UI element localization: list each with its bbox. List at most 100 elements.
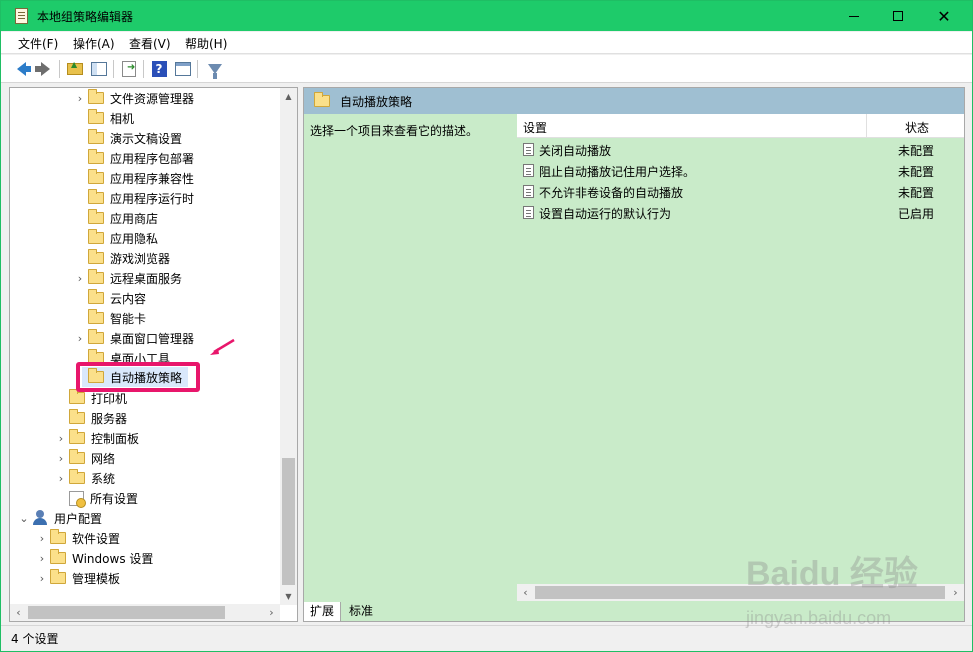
tree-node-label: 应用隐私 (110, 231, 159, 246)
tree-node[interactable]: 智能卡 (72, 308, 146, 328)
tree-node-label: 网络 (91, 451, 116, 466)
filter-button[interactable] (205, 59, 225, 79)
export-list-button[interactable] (119, 59, 139, 79)
tree-node[interactable]: › 文件资源管理器 (72, 88, 194, 108)
menu-view[interactable]: 查看(V) (129, 35, 171, 52)
chevron-down-icon[interactable]: ⌄ (16, 512, 32, 525)
scroll-right-icon[interactable]: › (947, 584, 964, 601)
chevron-right-icon[interactable]: › (34, 552, 50, 565)
chevron-right-icon[interactable]: › (72, 92, 88, 105)
scroll-down-icon[interactable]: ▼ (280, 588, 297, 605)
policy-state: 未配置 (898, 144, 935, 158)
column-header-state[interactable]: 状态 (905, 119, 929, 136)
console-tree-icon (91, 62, 107, 76)
policy-row[interactable]: 阻止自动播放记住用户选择。 未配置 (517, 160, 964, 180)
tree-node-label: 服务器 (91, 411, 128, 426)
folder-icon (88, 249, 104, 264)
maximize-button[interactable] (875, 1, 921, 31)
minimize-button[interactable] (831, 1, 877, 31)
scroll-left-icon[interactable]: ‹ (10, 604, 27, 621)
tree-node-label: 管理模板 (72, 571, 121, 586)
details-header: 自动播放策略 (304, 88, 964, 114)
tree-node[interactable]: › 控制面板 (53, 428, 139, 448)
forward-button[interactable] (34, 59, 55, 79)
tree-node-label: 系统 (91, 471, 116, 486)
chevron-right-icon[interactable]: › (34, 532, 50, 545)
policy-row[interactable]: 关闭自动播放 未配置 (517, 139, 964, 159)
folder-icon (88, 329, 104, 344)
folder-icon (88, 129, 104, 144)
export-icon (122, 61, 136, 77)
tree-node-label: 应用商店 (110, 211, 159, 226)
tree-node[interactable]: › 管理模板 (34, 568, 120, 588)
properties-button[interactable] (173, 59, 193, 79)
toolbar-separator (59, 60, 60, 78)
annotation-highlight-box (76, 362, 200, 392)
menu-help[interactable]: 帮助(H) (185, 35, 227, 52)
chevron-right-icon[interactable]: › (53, 432, 69, 445)
help-icon: ? (151, 61, 167, 77)
chevron-right-icon[interactable]: › (72, 332, 88, 345)
scroll-thumb[interactable] (282, 458, 295, 585)
tree-node[interactable]: › 软件设置 (34, 528, 120, 548)
settings-list: 设置 状态 关闭自动播放 未配置阻止自动播放记住用户选择。 未配置不允许非卷设备的自… (517, 114, 964, 594)
tab-extended[interactable]: 扩展 (303, 602, 341, 622)
tree-node-label: 相机 (110, 111, 135, 126)
tree-node[interactable]: 演示文稿设置 (72, 128, 182, 148)
policy-row[interactable]: 设置自动运行的默认行为 已启用 (517, 202, 964, 222)
tree-node[interactable]: 相机 (72, 108, 134, 128)
folder-icon (88, 189, 104, 204)
baidu-jingyan-watermark: Baidu 经验 jingyan.baidu.com (746, 546, 946, 636)
policy-setting-icon (523, 143, 534, 156)
chevron-right-icon[interactable]: › (53, 472, 69, 485)
menu-file[interactable]: 文件(F) (18, 35, 58, 52)
tree-node[interactable]: 应用隐私 (72, 228, 158, 248)
chevron-right-icon[interactable]: › (72, 272, 88, 285)
tree-node[interactable]: › Windows 设置 (34, 548, 153, 568)
tree-node[interactable]: 所有设置 (53, 488, 138, 508)
policy-name: 阻止自动播放记住用户选择。 (539, 165, 696, 179)
tree-node[interactable]: 游戏浏览器 (72, 248, 170, 268)
policy-row[interactable]: 不允许非卷设备的自动播放 未配置 (517, 181, 964, 201)
minimize-icon (849, 15, 859, 17)
tree-node[interactable]: 应用程序运行时 (72, 188, 194, 208)
tree-node[interactable]: 应用程序兼容性 (72, 168, 194, 188)
properties-icon (175, 62, 191, 76)
tree-node[interactable]: 服务器 (53, 408, 127, 428)
tree-node[interactable]: 云内容 (72, 288, 146, 308)
up-one-level-button[interactable] (65, 59, 85, 79)
close-button[interactable]: ✕ (921, 1, 967, 31)
help-button[interactable]: ? (149, 59, 169, 79)
tree-node[interactable]: › 网络 (53, 448, 115, 468)
folder-icon (88, 149, 104, 164)
tree-node[interactable]: › 远程桌面服务 (72, 268, 182, 288)
menu-action[interactable]: 操作(A) (73, 35, 115, 52)
chevron-right-icon[interactable]: › (53, 452, 69, 465)
tree-horizontal-scrollbar[interactable]: ‹ › (10, 604, 280, 621)
scroll-up-icon[interactable]: ▲ (280, 88, 297, 105)
scroll-thumb[interactable] (28, 606, 225, 619)
folder-icon (88, 269, 104, 284)
tree-node[interactable]: ⌄ 用户配置 (16, 508, 102, 528)
show-hide-tree-button[interactable] (89, 59, 109, 79)
policy-state: 未配置 (898, 165, 935, 179)
column-divider[interactable] (866, 114, 867, 138)
tree-node[interactable]: › 桌面窗口管理器 (72, 328, 194, 348)
chevron-right-icon[interactable]: › (34, 572, 50, 585)
folder-icon (88, 229, 104, 244)
scroll-right-icon[interactable]: › (263, 604, 280, 621)
folder-icon (69, 469, 85, 484)
tree-node[interactable]: 应用程序包部署 (72, 148, 194, 168)
column-header-setting[interactable]: 设置 (523, 119, 547, 136)
back-button[interactable] (11, 59, 31, 79)
tree-node[interactable]: › 系统 (53, 468, 115, 488)
tree-node[interactable]: 应用商店 (72, 208, 158, 228)
folder-icon (50, 549, 66, 564)
policy-state: 已启用 (898, 207, 935, 221)
maximize-icon (893, 11, 903, 21)
tab-standard[interactable]: 标准 (343, 602, 379, 622)
tree-vertical-scrollbar[interactable]: ▲ ▼ (280, 88, 297, 605)
description-text: 选择一个项目来查看它的描述。 (310, 124, 479, 138)
folder-icon (314, 92, 330, 107)
scroll-left-icon[interactable]: ‹ (517, 584, 534, 601)
